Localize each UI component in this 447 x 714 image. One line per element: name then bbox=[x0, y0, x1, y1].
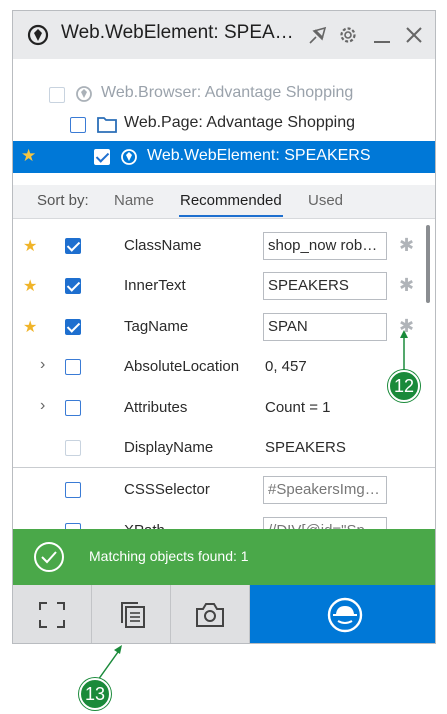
arrowhead-icon bbox=[400, 330, 408, 338]
arrowhead-icon bbox=[114, 645, 122, 654]
callout-arrow-13 bbox=[97, 651, 119, 681]
callout-badge-13: 13 bbox=[79, 678, 111, 710]
callout-badge-12: 12 bbox=[388, 370, 420, 402]
callout-arrows bbox=[97, 330, 408, 681]
